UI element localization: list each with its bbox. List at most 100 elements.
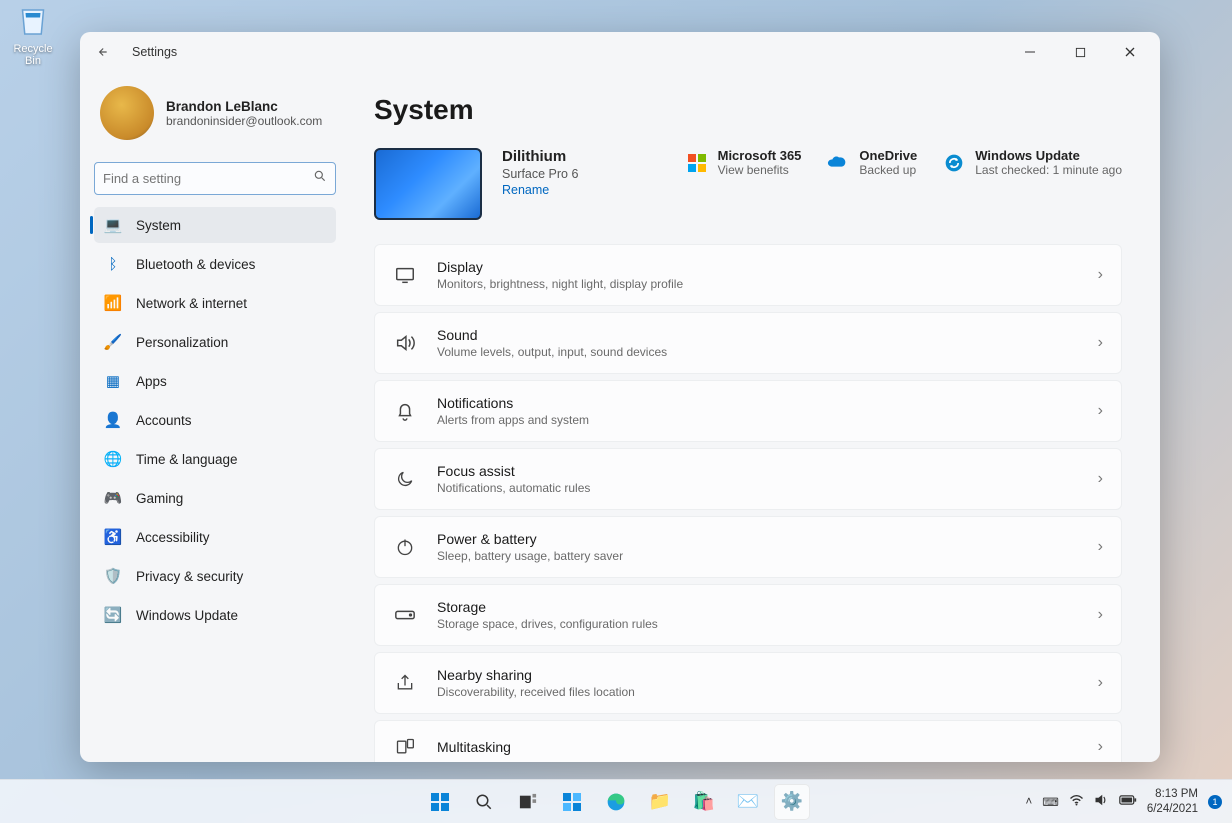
sidebar-item-label: Apps bbox=[136, 374, 167, 389]
storage-icon bbox=[393, 603, 417, 627]
status-m365[interactable]: Microsoft 365View benefits bbox=[686, 148, 802, 177]
minimize-button[interactable] bbox=[1008, 37, 1052, 67]
windows-update-icon bbox=[943, 152, 965, 174]
sidebar-item-label: System bbox=[136, 218, 181, 233]
sidebar-item-network[interactable]: 📶Network & internet bbox=[94, 285, 336, 321]
tray-chevron-icon[interactable]: ˄ bbox=[1026, 796, 1033, 808]
multitasking-icon bbox=[393, 735, 417, 759]
moon-icon bbox=[393, 467, 417, 491]
edge-button[interactable] bbox=[598, 784, 634, 820]
store-button[interactable]: 🛍️ bbox=[686, 784, 722, 820]
status-sub: Last checked: 1 minute ago bbox=[975, 163, 1122, 177]
clock[interactable]: 8:13 PM 6/24/2021 bbox=[1147, 787, 1198, 816]
profile-block[interactable]: Brandon LeBlanc brandoninsider@outlook.c… bbox=[94, 80, 336, 158]
sidebar-item-privacy[interactable]: 🛡️ Privacy & security bbox=[94, 558, 336, 594]
sidebar-item-label: Gaming bbox=[136, 491, 183, 506]
maximize-button[interactable] bbox=[1058, 37, 1102, 67]
settings-button[interactable]: ⚙️ bbox=[774, 784, 810, 820]
bluetooth-icon: ᛒ bbox=[104, 255, 122, 273]
task-view-button[interactable] bbox=[510, 784, 546, 820]
search-input[interactable] bbox=[103, 171, 313, 186]
status-onedrive[interactable]: OneDriveBacked up bbox=[827, 148, 917, 177]
tile-sound[interactable]: SoundVolume levels, output, input, sound… bbox=[374, 312, 1122, 374]
sidebar-item-time[interactable]: 🌐Time & language bbox=[94, 441, 336, 477]
tile-multitasking[interactable]: Multitasking › bbox=[374, 720, 1122, 762]
tile-display[interactable]: DisplayMonitors, brightness, night light… bbox=[374, 244, 1122, 306]
explorer-button[interactable]: 📁 bbox=[642, 784, 678, 820]
sidebar-item-label: Time & language bbox=[136, 452, 238, 467]
tile-sub: Monitors, brightness, night light, displ… bbox=[437, 277, 1078, 291]
time: 8:13 PM bbox=[1147, 787, 1198, 801]
tile-storage[interactable]: Storage Storage space, drives, configurat… bbox=[374, 584, 1122, 646]
avatar bbox=[100, 86, 154, 140]
search-icon bbox=[313, 169, 327, 188]
sidebar-item-update[interactable]: 🔄Windows Update bbox=[94, 597, 336, 633]
onedrive-icon bbox=[827, 152, 849, 174]
mail-button[interactable]: ✉️ bbox=[730, 784, 766, 820]
widgets-button[interactable] bbox=[554, 784, 590, 820]
sidebar-item-label: Windows Update bbox=[136, 608, 238, 623]
wifi-icon[interactable] bbox=[1069, 794, 1084, 809]
sidebar-item-label: Privacy & security bbox=[136, 569, 243, 584]
sidebar-item-apps[interactable]: ▦ Apps bbox=[94, 363, 336, 399]
sidebar-item-bluetooth[interactable]: ᛒ Bluetooth & devices bbox=[94, 246, 336, 282]
close-button[interactable] bbox=[1108, 37, 1152, 67]
power-icon bbox=[393, 535, 417, 559]
sidebar-item-gaming[interactable]: 🎮 Gaming bbox=[94, 480, 336, 516]
chevron-right-icon: › bbox=[1098, 266, 1103, 284]
back-arrow-icon bbox=[95, 45, 109, 59]
notification-badge[interactable]: 1 bbox=[1208, 795, 1222, 809]
sidebar-item-accounts[interactable]: 👤Accounts bbox=[94, 402, 336, 438]
privacy-icon: 🛡️ bbox=[104, 567, 122, 585]
gaming-icon: 🎮 bbox=[104, 489, 122, 507]
edge-icon bbox=[606, 792, 626, 812]
sidebar: Brandon LeBlanc brandoninsider@outlook.c… bbox=[80, 72, 350, 762]
rename-link[interactable]: Rename bbox=[502, 183, 578, 197]
search-box[interactable] bbox=[94, 162, 336, 195]
main-content: System Dilithium Surface Pro 6 Rename Mi… bbox=[350, 72, 1160, 762]
tile-title: Nearby sharing bbox=[437, 667, 1078, 683]
chevron-right-icon: › bbox=[1098, 470, 1103, 488]
tile-sub: Volume levels, output, input, sound devi… bbox=[437, 345, 1078, 359]
tile-title: Focus assist bbox=[437, 463, 1078, 479]
status-title: Microsoft 365 bbox=[718, 148, 802, 163]
sidebar-item-label: Bluetooth & devices bbox=[136, 257, 255, 272]
personalization-icon: 🖌️ bbox=[104, 333, 122, 351]
device-thumbnail[interactable] bbox=[374, 148, 482, 220]
tile-notifications[interactable]: NotificationsAlerts from apps and system… bbox=[374, 380, 1122, 442]
device-header: Dilithium Surface Pro 6 Rename Microsoft… bbox=[374, 148, 1122, 220]
status-title: OneDrive bbox=[859, 148, 917, 163]
battery-icon[interactable] bbox=[1119, 794, 1137, 809]
windows-logo-icon bbox=[430, 792, 450, 812]
status-sub: Backed up bbox=[859, 163, 917, 177]
close-icon bbox=[1124, 46, 1136, 58]
scroll-area[interactable]: Dilithium Surface Pro 6 Rename Microsoft… bbox=[374, 148, 1130, 762]
sidebar-item-personalization[interactable]: 🖌️ Personalization bbox=[94, 324, 336, 360]
tile-sub: Discoverability, received files location bbox=[437, 685, 1078, 699]
tile-title: Storage bbox=[437, 599, 1078, 615]
desktop-recycle-bin[interactable]: Recycle Bin bbox=[8, 4, 58, 67]
start-button[interactable] bbox=[422, 784, 458, 820]
tile-power[interactable]: Power & batterySleep, battery usage, bat… bbox=[374, 516, 1122, 578]
chevron-right-icon: › bbox=[1098, 738, 1103, 756]
sidebar-item-accessibility[interactable]: ♿Accessibility bbox=[94, 519, 336, 555]
sound-icon bbox=[393, 331, 417, 355]
sidebar-item-system[interactable]: 💻System bbox=[94, 207, 336, 243]
apps-icon: ▦ bbox=[104, 372, 122, 390]
volume-icon[interactable] bbox=[1094, 793, 1109, 810]
status-windows-update[interactable]: Windows UpdateLast checked: 1 minute ago bbox=[943, 148, 1122, 177]
back-button[interactable] bbox=[88, 38, 116, 66]
accounts-icon: 👤 bbox=[104, 411, 122, 429]
search-icon bbox=[475, 793, 493, 811]
keyboard-icon[interactable]: ⌨ bbox=[1042, 795, 1059, 809]
page-title: System bbox=[374, 94, 1130, 126]
tile-sub: Sleep, battery usage, battery saver bbox=[437, 549, 1078, 563]
date: 6/24/2021 bbox=[1147, 802, 1198, 816]
tile-nearby-sharing[interactable]: Nearby sharing Discoverability, received … bbox=[374, 652, 1122, 714]
maximize-icon bbox=[1075, 47, 1086, 58]
search-button[interactable] bbox=[466, 784, 502, 820]
tile-sub: Storage space, drives, configuration rul… bbox=[437, 617, 1078, 631]
taskbar-center: 📁 🛍️ ✉️ ⚙️ bbox=[422, 784, 810, 820]
tile-focus-assist[interactable]: Focus assistNotifications, automatic rul… bbox=[374, 448, 1122, 510]
sidebar-item-label: Personalization bbox=[136, 335, 228, 350]
